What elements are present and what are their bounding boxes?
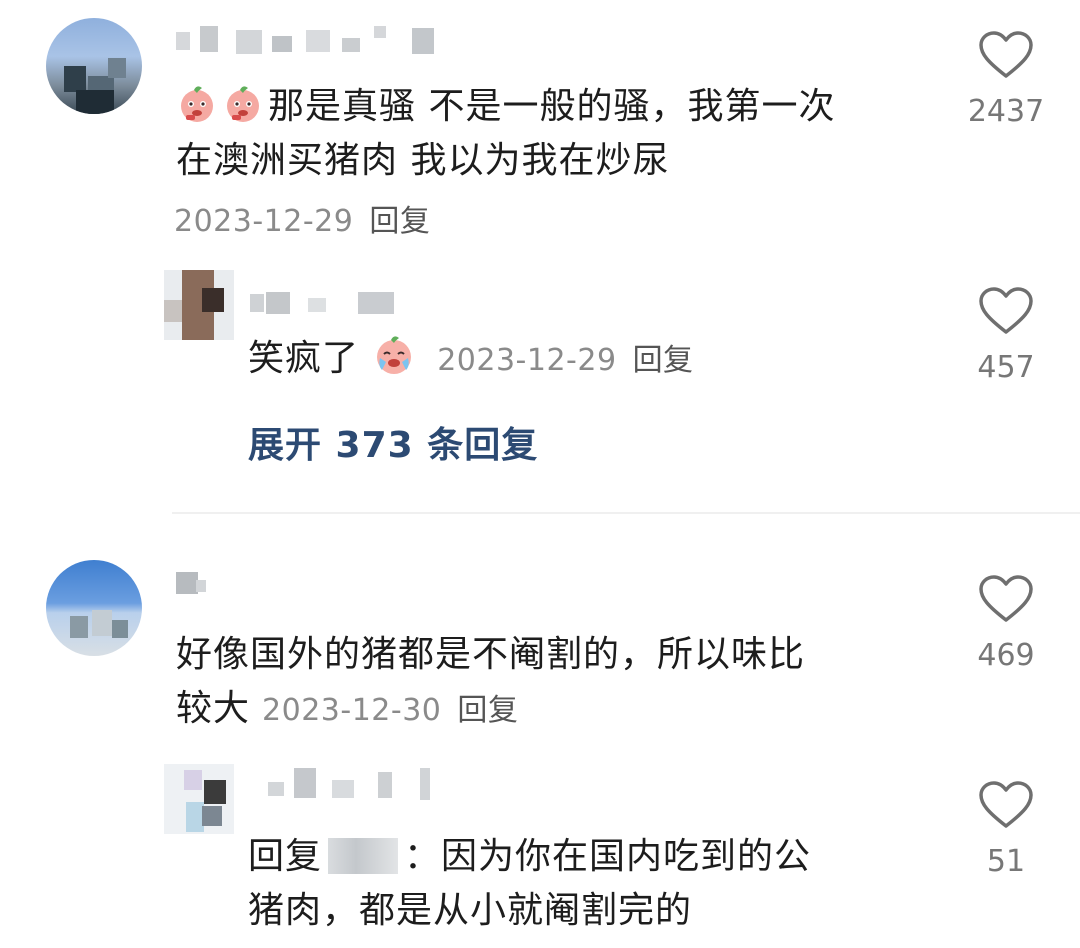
- reply-text-line1: ：因为你在国内吃到的公: [404, 836, 812, 877]
- expand-replies-link[interactable]: 展开 373 条回复: [248, 416, 538, 468]
- username-blurred[interactable]: [176, 26, 456, 54]
- reply-body: 回复 ：因为你在国内吃到的公 猪肉，都是从小就阉割完的: [248, 830, 928, 938]
- reply-button[interactable]: 回复: [633, 343, 694, 378]
- reply-like-button[interactable]: [978, 780, 1034, 834]
- mentioned-user-blurred[interactable]: [328, 838, 399, 874]
- avatar[interactable]: [46, 560, 142, 656]
- reply-like-count: 457: [977, 350, 1035, 385]
- crying-peach-emoji-icon: [372, 332, 416, 376]
- username-blurred[interactable]: [176, 570, 236, 598]
- reply-like-count: 51: [986, 844, 1026, 879]
- heart-icon: [979, 287, 1033, 334]
- avatar[interactable]: [46, 18, 142, 114]
- like-button[interactable]: [978, 574, 1034, 628]
- reply-prefix: 回复: [248, 836, 323, 877]
- comment-text-line1: 那是真骚 不是一般的骚，我第一次: [268, 86, 836, 127]
- heart-icon: [979, 31, 1033, 78]
- comment-text-line2: 较大: [176, 688, 251, 729]
- reply-username-blurred[interactable]: [250, 290, 410, 318]
- heart-icon: [979, 575, 1033, 622]
- like-count: 469: [977, 638, 1035, 673]
- heart-icon: [979, 781, 1033, 828]
- comment-text-line1: 好像国外的猪都是不阉割的，所以味比: [176, 634, 806, 675]
- reply-text: 笑疯了: [248, 338, 360, 379]
- peach-emoji-icon: [222, 82, 264, 124]
- comment-meta: 2023-12-29 回复: [174, 196, 430, 240]
- peach-emoji-icon: [176, 82, 218, 124]
- reply-date: 2023-12-29: [437, 343, 617, 378]
- reply-text-line2: 猪肉，都是从小就阉割完的: [248, 890, 693, 931]
- reply-like-button[interactable]: [978, 286, 1034, 340]
- reply-avatar[interactable]: [164, 270, 234, 340]
- reply-avatar[interactable]: [164, 764, 234, 834]
- reply-username-blurred[interactable]: [250, 768, 450, 802]
- comment-date: 2023-12-29: [174, 204, 354, 239]
- like-button[interactable]: [978, 30, 1034, 84]
- like-count: 2437: [967, 94, 1045, 129]
- divider: [172, 512, 1080, 514]
- comment-body: 那是真骚 不是一般的骚，我第一次 在澳洲买猪肉 我以为我在炒尿: [176, 80, 936, 188]
- comment-body: 好像国外的猪都是不阉割的，所以味比 较大 2023-12-30 回复: [176, 628, 936, 738]
- reply-body: 笑疯了 2023-12-29 回复: [248, 332, 694, 386]
- comment-text-line2: 在澳洲买猪肉 我以为我在炒尿: [176, 140, 670, 181]
- comment-date: 2023-12-30: [262, 693, 442, 728]
- reply-button[interactable]: 回复: [457, 693, 518, 728]
- reply-button[interactable]: 回复: [369, 204, 430, 239]
